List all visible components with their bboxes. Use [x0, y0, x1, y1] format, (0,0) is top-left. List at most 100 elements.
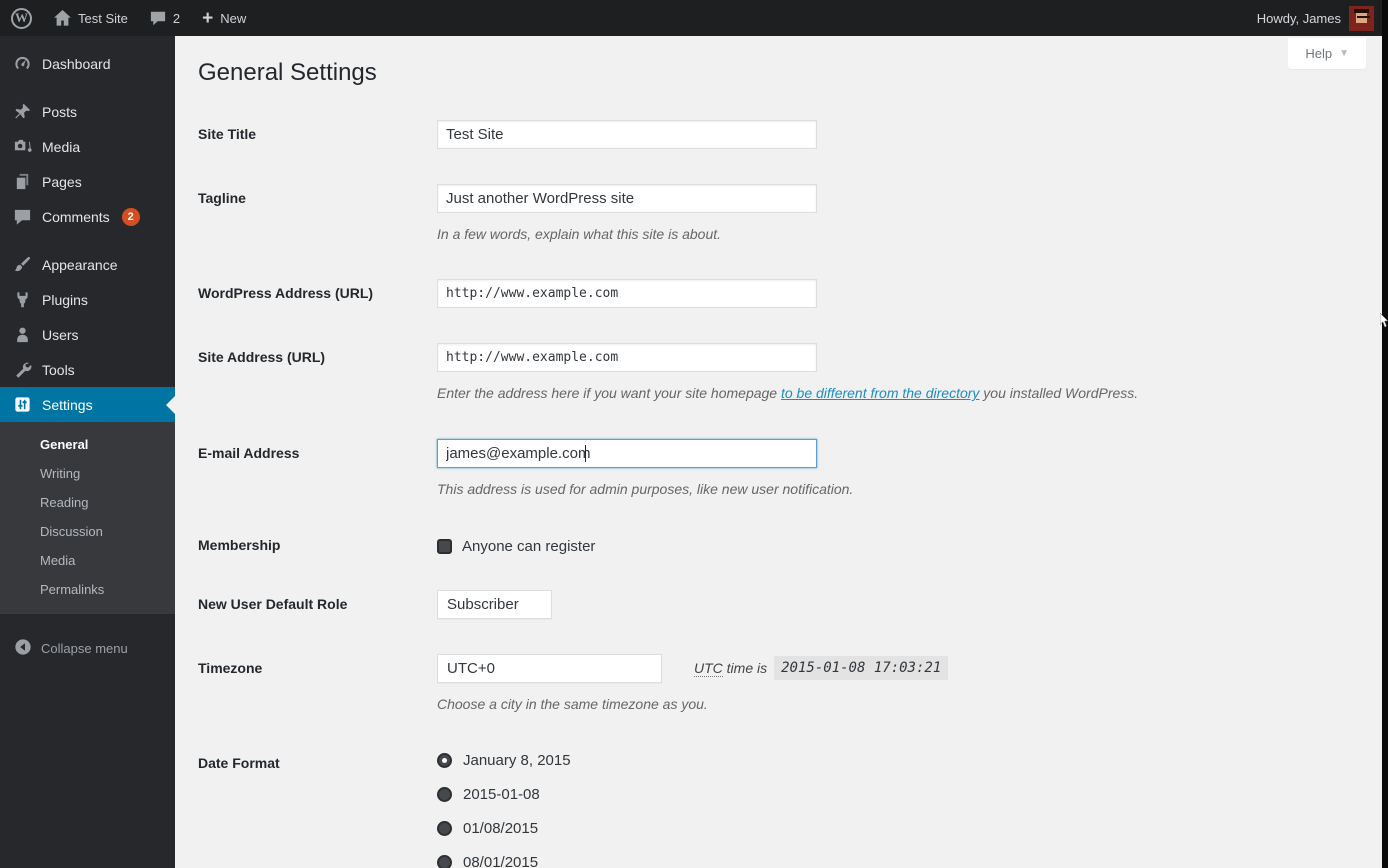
new-content-menu[interactable]: New [191, 0, 257, 36]
sidebar-item-users[interactable]: Users [0, 317, 175, 352]
sidebar-item-settings[interactable]: Settings [0, 387, 175, 422]
sidebar-item-plugins[interactable]: Plugins [0, 282, 175, 317]
plus-icon [202, 9, 213, 28]
default-role-row: New User Default Role Subscriber [198, 590, 1362, 619]
site-title-label: Site Title [198, 120, 437, 149]
sidebar-item-comments[interactable]: Comments 2 [0, 199, 175, 234]
utc-abbr: UTC [694, 660, 723, 677]
sidebar-item-tools[interactable]: Tools [0, 352, 175, 387]
sidebar-item-dashboard[interactable]: Dashboard [0, 46, 175, 81]
email-row: E-mail Address This address is used for … [198, 439, 1362, 500]
site-title-input[interactable] [437, 120, 817, 149]
membership-checkbox-label[interactable]: Anyone can register [462, 538, 595, 555]
sidebar-item-posts[interactable]: Posts [0, 94, 175, 129]
tagline-help-text: In a few words, explain what this site i… [437, 225, 1362, 245]
submenu-item-permalinks[interactable]: Permalinks [0, 575, 175, 604]
help-text-suffix: you installed WordPress. [979, 385, 1138, 401]
text-caret [585, 445, 586, 462]
site-address-row: Site Address (URL) Enter the address her… [198, 343, 1362, 404]
media-icon [13, 137, 32, 156]
time-is-label: time is [727, 660, 767, 676]
timezone-help-text: Choose a city in the same timezone as yo… [437, 695, 1362, 715]
comments-shortcut[interactable]: 2 [139, 0, 191, 36]
user-avatar[interactable] [1349, 6, 1374, 31]
wp-logo-button[interactable]: W [0, 0, 43, 36]
wordpress-admin-screen: W Test Site 2 New Howdy, James [0, 0, 1388, 868]
submenu-item-general[interactable]: General [0, 430, 175, 459]
timezone-row: Timezone UTC+0 UTC time is 2015-01-08 17… [198, 654, 1362, 715]
date-format-option-3[interactable]: 01/08/2015 [437, 820, 1362, 837]
site-title-row: Site Title [198, 120, 1362, 149]
submenu-item-discussion[interactable]: Discussion [0, 517, 175, 546]
submenu-item-media[interactable]: Media [0, 546, 175, 575]
radio-icon[interactable] [437, 787, 452, 802]
dashboard-icon [13, 54, 32, 73]
home-icon [54, 10, 71, 26]
site-address-input[interactable] [437, 343, 817, 372]
general-settings-form: Site Title Tagline In a few words, expla… [198, 120, 1362, 868]
main-content: Help ▼ General Settings Site Title Tagli… [175, 36, 1382, 868]
sidebar-item-label: Plugins [42, 292, 88, 308]
settings-submenu: General Writing Reading Discussion Media… [0, 422, 175, 614]
timezone-select[interactable]: UTC+0 [437, 654, 662, 683]
wordpress-address-input[interactable] [437, 279, 817, 308]
menu-separator [0, 81, 175, 94]
email-field[interactable] [437, 439, 817, 468]
sidebar-item-pages[interactable]: Pages [0, 164, 175, 199]
utc-time-info: UTC time is 2015-01-08 17:03:21 [694, 656, 948, 680]
email-label: E-mail Address [198, 439, 437, 500]
membership-label: Membership [198, 535, 437, 555]
menu-separator [0, 234, 175, 247]
date-format-option-4[interactable]: 08/01/2015 [437, 854, 1362, 868]
sidebar-item-label: Media [42, 139, 80, 155]
sidebar-item-label: Appearance [42, 257, 118, 273]
wordpress-address-label: WordPress Address (URL) [198, 279, 437, 308]
sidebar-item-appearance[interactable]: Appearance [0, 247, 175, 282]
utc-time-value: 2015-01-08 17:03:21 [774, 656, 948, 680]
site-name-label: Test Site [78, 11, 128, 26]
sidebar-item-media[interactable]: Media [0, 129, 175, 164]
collapse-menu-label: Collapse menu [41, 641, 128, 656]
radio-icon[interactable] [437, 821, 452, 836]
site-name-menu[interactable]: Test Site [43, 0, 139, 36]
membership-checkbox[interactable] [437, 539, 452, 554]
date-format-row: Date Format January 8, 2015 2015-01-08 [198, 749, 1362, 868]
date-format-label: Date Format [198, 749, 437, 868]
comment-count: 2 [173, 11, 180, 26]
membership-row: Membership Anyone can register [198, 535, 1362, 555]
tagline-input[interactable] [437, 184, 817, 213]
screen-right-edge [1382, 0, 1388, 868]
pages-icon [13, 172, 32, 191]
appearance-icon [13, 255, 32, 274]
different-directory-link[interactable]: to be different from the directory [781, 385, 979, 401]
sidebar-item-label: Tools [42, 362, 75, 378]
radio-icon[interactable] [437, 855, 452, 868]
sidebar-item-label: Settings [42, 397, 93, 413]
site-address-help-text: Enter the address here if you want your … [437, 384, 1362, 404]
email-help-text: This address is used for admin purposes,… [437, 480, 1362, 500]
default-role-select[interactable]: Subscriber [437, 590, 552, 619]
new-label: New [220, 11, 246, 26]
help-button[interactable]: Help ▼ [1288, 38, 1366, 69]
sidebar-item-label: Posts [42, 104, 77, 120]
admin-sidebar: Dashboard Posts Media Pages [0, 36, 175, 868]
collapse-menu-button[interactable]: Collapse menu [0, 628, 175, 669]
comments-count-badge: 2 [122, 208, 140, 226]
sidebar-item-label: Dashboard [42, 56, 111, 72]
date-format-option-label: 2015-01-08 [463, 786, 540, 803]
submenu-item-reading[interactable]: Reading [0, 488, 175, 517]
date-format-option-1[interactable]: January 8, 2015 [437, 752, 1362, 769]
active-menu-arrow [166, 396, 175, 414]
help-label: Help [1305, 46, 1332, 61]
timezone-value: UTC+0 [447, 660, 495, 677]
radio-selected-icon[interactable] [437, 753, 452, 768]
date-format-option-label: January 8, 2015 [463, 752, 571, 769]
date-format-option-2[interactable]: 2015-01-08 [437, 786, 1362, 803]
chevron-down-icon: ▼ [1339, 48, 1349, 59]
users-icon [13, 325, 32, 344]
comment-bubble-icon [150, 11, 166, 26]
sidebar-item-label: Comments [42, 209, 110, 225]
howdy-account-menu[interactable]: Howdy, James [1257, 11, 1341, 26]
submenu-item-writing[interactable]: Writing [0, 459, 175, 488]
tagline-label: Tagline [198, 184, 437, 245]
